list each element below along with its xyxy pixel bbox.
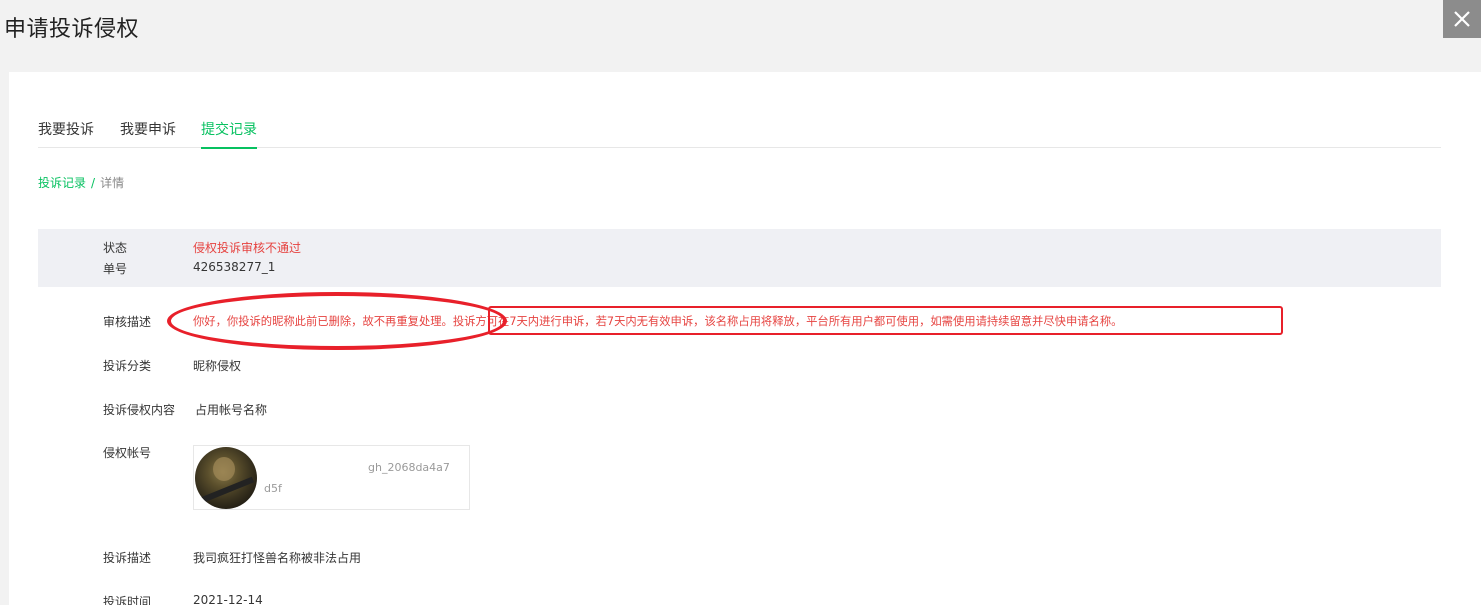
tab-appeal[interactable]: 我要申诉 xyxy=(120,119,176,147)
annotation-ellipse xyxy=(167,292,507,350)
category-value: 昵称侵权 xyxy=(193,359,242,373)
category-label: 投诉分类 xyxy=(103,359,152,373)
account-card[interactable]: gh_2068da4a7 d5f xyxy=(193,445,470,510)
dialog-title: 申请投诉侵权 xyxy=(4,17,140,42)
annotation-rectangle xyxy=(488,306,1283,335)
breadcrumb: 投诉记录 / 详情 xyxy=(38,174,124,191)
content-value: 占用帐号名称 xyxy=(195,403,268,417)
status-label: 状态 xyxy=(103,241,128,255)
close-button[interactable] xyxy=(1443,0,1481,38)
review-label: 审核描述 xyxy=(103,315,152,329)
account-label: 侵权帐号 xyxy=(103,446,152,460)
avatar xyxy=(195,447,257,509)
content-panel: 我要投诉 我要申诉 提交记录 投诉记录 / 详情 状态 侵权投诉审核不通过 单号 4… xyxy=(9,72,1481,605)
number-value: 426538277_1 xyxy=(193,260,276,274)
time-label: 投诉时间 xyxy=(103,595,152,605)
account-id-line2: d5f xyxy=(264,482,282,495)
status-summary: 状态 侵权投诉审核不通过 单号 426538277_1 xyxy=(38,229,1441,287)
status-value: 侵权投诉审核不通过 xyxy=(193,241,302,255)
breadcrumb-link-records[interactable]: 投诉记录 xyxy=(38,176,86,190)
number-label: 单号 xyxy=(103,262,128,276)
desc-label: 投诉描述 xyxy=(103,551,152,565)
content-label: 投诉侵权内容 xyxy=(103,403,176,417)
account-id-line1: gh_2068da4a7 xyxy=(368,461,450,474)
desc-value: 我司疯狂打怪兽名称被非法占用 xyxy=(193,551,362,565)
tab-submit-records[interactable]: 提交记录 xyxy=(201,119,257,149)
dialog-header: 申请投诉侵权 xyxy=(0,0,1481,52)
time-value: 2021-12-14 xyxy=(193,593,263,605)
close-icon xyxy=(1454,11,1470,27)
breadcrumb-current: 详情 xyxy=(100,176,125,190)
breadcrumb-separator: / xyxy=(91,176,96,190)
tab-bar: 我要投诉 我要申诉 提交记录 xyxy=(38,112,1441,149)
tab-complain[interactable]: 我要投诉 xyxy=(38,119,94,147)
